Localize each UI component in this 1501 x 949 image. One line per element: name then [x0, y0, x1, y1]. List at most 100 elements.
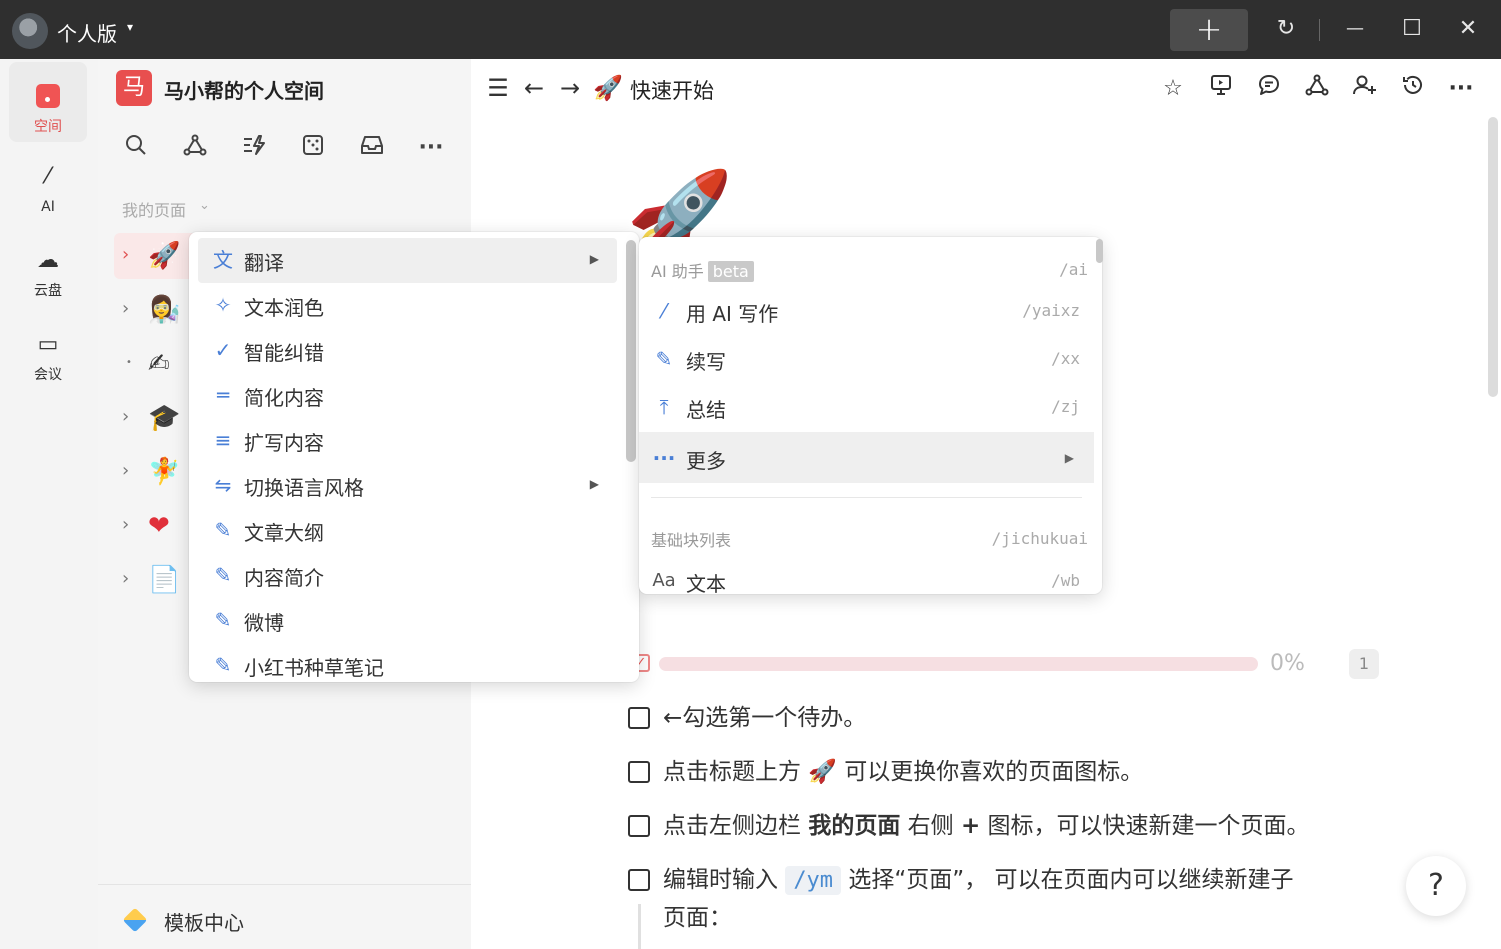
- app-rail: 空间 ⁄ AI ☁ 云盘 ▭ 会议: [0, 59, 98, 949]
- chevron-right-icon[interactable]: ›: [122, 568, 129, 589]
- menu-item-correct[interactable]: ✓ 智能纠错: [198, 328, 617, 373]
- menu-item-label: 翻译: [244, 251, 284, 275]
- workspace-name[interactable]: 马小帮的个人空间: [164, 75, 324, 104]
- pencil-icon: ✎: [655, 347, 673, 371]
- close-icon[interactable]: ✕: [1453, 14, 1483, 44]
- workspace-badge[interactable]: 马: [116, 70, 152, 106]
- rail-item-ai[interactable]: ⁄ AI: [9, 146, 87, 226]
- rail-item-space[interactable]: 空间: [9, 62, 87, 142]
- todo-checkbox[interactable]: [628, 869, 650, 891]
- translate-icon: 文: [213, 248, 233, 272]
- more-icon: ···: [652, 446, 676, 470]
- chevron-right-icon[interactable]: ›: [122, 298, 129, 319]
- menu-item-summary[interactable]: ✎ 内容简介: [198, 553, 617, 598]
- todo-checkbox[interactable]: [628, 761, 650, 783]
- menu-item-continue[interactable]: ✎ 续写 /xx: [639, 335, 1094, 383]
- template-center[interactable]: 模板中心: [98, 884, 471, 949]
- title-bar: 个人版 ▾ + ↻ — ☐ ✕: [0, 0, 1501, 59]
- comment-icon[interactable]: [1253, 73, 1285, 105]
- scrollbar[interactable]: [1488, 117, 1498, 397]
- menu-item-label: 总结: [686, 398, 726, 422]
- minimize-icon[interactable]: —: [1340, 14, 1370, 44]
- menu-item-label: 小红书种草笔记: [244, 656, 384, 680]
- menu-item-weibo[interactable]: ✎ 微博: [198, 598, 617, 643]
- maximize-icon[interactable]: ☐: [1397, 14, 1427, 44]
- edition-label[interactable]: 个人版: [57, 18, 117, 47]
- forward-arrow-icon[interactable]: →: [555, 73, 585, 103]
- chevron-right-icon[interactable]: ›: [122, 244, 129, 265]
- section-title[interactable]: 我的页面: [122, 197, 186, 221]
- sync-icon[interactable]: ↻: [1271, 14, 1301, 44]
- menu-icon[interactable]: ☰: [483, 73, 513, 103]
- todo-text[interactable]: 点击左侧边栏 我的页面 右侧 + 图标，可以快速新建一个页面。: [663, 809, 1310, 843]
- sparkle-wand-icon: ✧: [214, 293, 232, 317]
- quick-action-icon[interactable]: [239, 133, 269, 163]
- menu-item-more[interactable]: ··· 更多 ▶: [639, 432, 1094, 483]
- chevron-right-icon[interactable]: ›: [122, 406, 129, 427]
- lines-long-icon: ≡: [214, 428, 232, 452]
- menu-scrollbar[interactable]: [1096, 239, 1103, 263]
- todo-text[interactable]: 编辑时输入 /ym 选择“页面”， 可以在页面内可以继续新建子: [663, 863, 1294, 898]
- inline-code: /ym: [785, 866, 842, 895]
- add-user-icon[interactable]: [1349, 73, 1381, 105]
- shortcut-key: /ai: [1059, 260, 1088, 279]
- graph-icon[interactable]: [1301, 73, 1333, 105]
- shortcut-key: /yaixz: [1022, 301, 1080, 320]
- dice-icon[interactable]: [298, 133, 328, 163]
- shortcut-key: /jichukuai: [991, 529, 1088, 548]
- new-button[interactable]: +: [1170, 9, 1248, 51]
- divider: [651, 497, 1082, 498]
- progress-percent: 0%: [1270, 651, 1305, 676]
- inbox-icon[interactable]: [357, 133, 387, 163]
- template-cube-icon: [122, 907, 148, 933]
- graph-icon[interactable]: [180, 133, 210, 163]
- more-icon[interactable]: ···: [416, 133, 446, 163]
- menu-item-label: 内容简介: [244, 566, 324, 590]
- menu-item-summarize[interactable]: ⤒ 总结 /zj: [639, 383, 1094, 431]
- todo-text-continued[interactable]: 页面：: [663, 901, 732, 935]
- chevron-right-icon[interactable]: ›: [122, 460, 129, 481]
- star-icon[interactable]: ☆: [1157, 73, 1189, 105]
- video-icon: ▭: [37, 332, 59, 357]
- rail-item-cloud[interactable]: ☁ 云盘: [9, 230, 87, 310]
- page-emoji: 🚀: [148, 241, 181, 271]
- menu-scrollbar[interactable]: [626, 240, 636, 462]
- menu-item-polish[interactable]: ✧ 文本润色: [198, 283, 617, 328]
- pencil-icon: ✎: [214, 653, 232, 677]
- todo-text[interactable]: 点击标题上方 🚀 可以更换你喜欢的页面图标。: [663, 755, 1143, 789]
- search-icon[interactable]: [121, 133, 151, 163]
- menu-item-text[interactable]: Aa 文本 /wb: [639, 557, 1094, 594]
- menu-item-ai-write[interactable]: ⁄ 用 AI 写作 /yaixz: [639, 287, 1094, 335]
- help-button[interactable]: ?: [1406, 856, 1466, 916]
- back-arrow-icon[interactable]: ←: [519, 73, 549, 103]
- history-icon[interactable]: [1397, 73, 1429, 105]
- template-center-label: 模板中心: [164, 911, 244, 935]
- block-guide: [638, 904, 641, 949]
- avatar[interactable]: [12, 13, 48, 49]
- chevron-right-icon[interactable]: ›: [122, 514, 129, 535]
- chevron-down-icon[interactable]: ▾: [127, 20, 133, 34]
- rail-item-meeting[interactable]: ▭ 会议: [9, 314, 87, 394]
- rail-item-label: 空间: [34, 119, 62, 135]
- menu-item-translate[interactable]: 文 翻译 ▶: [198, 238, 617, 283]
- page-icon[interactable]: 🚀: [593, 73, 623, 103]
- presentation-icon[interactable]: [1205, 73, 1237, 105]
- more-icon[interactable]: ···: [1445, 73, 1477, 105]
- menu-item-xiaohongshu[interactable]: ✎ 小红书种草笔记: [198, 643, 617, 682]
- chevron-down-icon[interactable]: ⌄: [199, 198, 210, 213]
- rocket-emoji: 🚀: [808, 759, 837, 785]
- space-icon: [36, 84, 60, 108]
- todo-text[interactable]: ←勾选第一个待办。: [663, 701, 866, 735]
- menu-item-simplify[interactable]: ═ 简化内容: [198, 373, 617, 418]
- page-emoji: ❤: [148, 511, 170, 541]
- menu-item-label: 文章大纲: [244, 521, 324, 545]
- shortcut-key: /wb: [1051, 571, 1080, 590]
- submenu-arrow-icon: ▶: [589, 252, 599, 266]
- rail-item-label: 云盘: [34, 283, 62, 299]
- menu-item-expand[interactable]: ≡ 扩写内容: [198, 418, 617, 463]
- menu-item-outline[interactable]: ✎ 文章大纲: [198, 508, 617, 553]
- todo-checkbox[interactable]: [628, 707, 650, 729]
- menu-item-tone[interactable]: ⇋ 切换语言风格 ▶: [198, 463, 617, 508]
- page-title[interactable]: 快速开始: [630, 75, 714, 105]
- todo-checkbox[interactable]: [628, 815, 650, 837]
